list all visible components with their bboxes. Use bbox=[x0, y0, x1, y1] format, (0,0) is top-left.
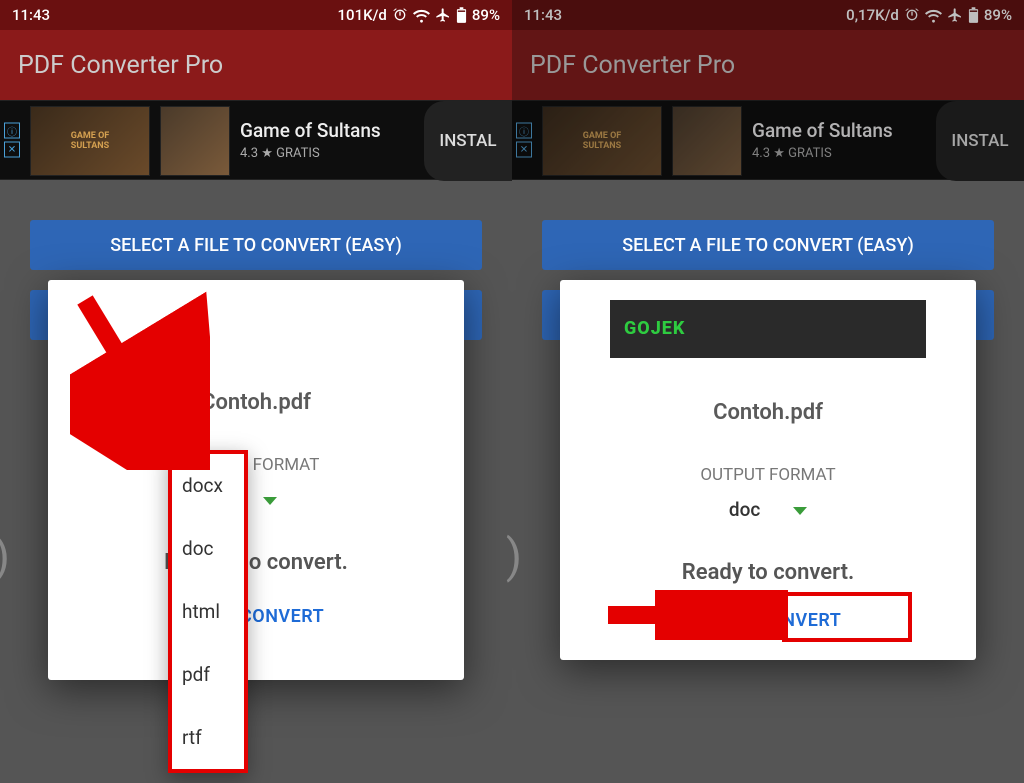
screenshot-left: 11:43 101K/d 89% PDF Converter Pro ⓘ ✕ G… bbox=[0, 0, 512, 783]
ad-image: GAME OFSULTANS bbox=[542, 106, 662, 176]
airplane-icon bbox=[435, 7, 451, 23]
ad-install-button[interactable]: INSTAL bbox=[424, 101, 512, 181]
decorative-paren: ) bbox=[0, 530, 10, 584]
ad-badge[interactable]: ⓘ ✕ bbox=[4, 123, 20, 158]
format-dropdown-menu[interactable]: docx doc html pdf rtf bbox=[168, 450, 248, 773]
ready-text: Ready to convert. bbox=[560, 560, 976, 585]
ad-copy: Game of Sultans 4.3 ★ GRATIS bbox=[240, 119, 381, 161]
chevron-down-icon bbox=[793, 507, 807, 515]
selected-filename: Contoh.pdf bbox=[560, 400, 976, 425]
alarm-icon bbox=[904, 7, 920, 23]
chevron-down-icon bbox=[263, 497, 277, 505]
select-file-button[interactable]: SELECT A FILE TO CONVERT (EASY) bbox=[30, 220, 482, 270]
app-title: PDF Converter Pro bbox=[18, 51, 223, 80]
decorative-paren: ) bbox=[506, 530, 522, 584]
status-time: 11:43 bbox=[12, 6, 50, 24]
clear-button[interactable]: CL bbox=[695, 610, 718, 631]
battery-icon bbox=[456, 7, 467, 24]
output-format-dropdown[interactable]: doc bbox=[560, 498, 976, 521]
format-option-doc[interactable]: doc bbox=[172, 517, 244, 580]
ad-title: Game of Sultans bbox=[240, 119, 381, 142]
format-option-rtf[interactable]: rtf bbox=[172, 706, 244, 769]
gojek-logo: GOJEK bbox=[624, 318, 685, 339]
annotation-highlight-box bbox=[782, 592, 912, 642]
ad-image-2 bbox=[160, 106, 230, 176]
wifi-icon bbox=[925, 7, 942, 24]
format-option-html[interactable]: html bbox=[172, 580, 244, 643]
adchoices-icon: ⓘ bbox=[4, 123, 20, 139]
ad-close-icon[interactable]: ✕ bbox=[4, 142, 20, 158]
convert-button[interactable]: CONVERT bbox=[240, 606, 324, 627]
airplane-icon bbox=[947, 7, 963, 23]
status-time: 11:43 bbox=[524, 6, 562, 24]
screenshot-right: 11:43 0,17K/d 89% PDF Converter Pro ⓘ ✕ … bbox=[512, 0, 1024, 783]
ad-subtitle: 4.3 ★ GRATIS bbox=[752, 146, 893, 161]
ad-title: Game of Sultans bbox=[752, 119, 893, 142]
status-icons: 0,17K/d 89% bbox=[846, 6, 1012, 24]
ad-image: GAME OFSULTANS bbox=[30, 106, 150, 176]
output-format-label: OUTPUT FORMAT bbox=[560, 465, 976, 485]
status-net: 0,17K/d bbox=[846, 6, 899, 24]
convert-dialog: Contoh.pdf FORMAT R eady t o convert. C … bbox=[48, 280, 464, 680]
app-bar: PDF Converter Pro bbox=[0, 30, 512, 100]
selected-filename: Contoh.pdf bbox=[48, 390, 464, 415]
status-battery: 89% bbox=[472, 6, 500, 24]
ad-banner[interactable]: ⓘ ✕ GAME OFSULTANS Game of Sultans 4.3 ★… bbox=[512, 100, 1024, 180]
status-bar: 11:43 0,17K/d 89% bbox=[512, 0, 1024, 30]
ad-install-button[interactable]: INSTAL bbox=[936, 101, 1024, 181]
alarm-icon bbox=[392, 7, 408, 23]
ad-subtitle: 4.3 ★ GRATIS bbox=[240, 146, 381, 161]
wifi-icon bbox=[413, 7, 430, 24]
output-format-label: FORMAT bbox=[48, 455, 464, 475]
ad-banner[interactable]: ⓘ ✕ GAME OFSULTANS Game of Sultans 4.3 ★… bbox=[0, 100, 512, 180]
status-battery: 89% bbox=[984, 6, 1012, 24]
status-icons: 101K/d 89% bbox=[338, 6, 500, 24]
ad-image-2 bbox=[672, 106, 742, 176]
select-file-button[interactable]: SELECT A FILE TO CONVERT (EASY) bbox=[542, 220, 994, 270]
dropdown-value: doc bbox=[729, 498, 760, 521]
battery-icon bbox=[968, 7, 979, 24]
format-option-docx[interactable]: docx bbox=[172, 454, 244, 517]
ad-close-icon[interactable]: ✕ bbox=[516, 142, 532, 158]
adchoices-icon: ⓘ bbox=[516, 123, 532, 139]
ready-text: R eady t o convert. bbox=[48, 550, 464, 575]
status-bar: 11:43 101K/d 89% bbox=[0, 0, 512, 30]
ad-copy: Game of Sultans 4.3 ★ GRATIS bbox=[752, 119, 893, 161]
convert-dialog: GOJEK Contoh.pdf OUTPUT FORMAT doc Ready… bbox=[560, 280, 976, 660]
output-format-dropdown[interactable] bbox=[48, 488, 464, 511]
format-option-pdf[interactable]: pdf bbox=[172, 643, 244, 706]
gojek-ad[interactable]: GOJEK bbox=[610, 300, 926, 358]
app-title: PDF Converter Pro bbox=[530, 51, 735, 80]
status-net: 101K/d bbox=[338, 6, 387, 24]
ad-badge[interactable]: ⓘ ✕ bbox=[516, 123, 532, 158]
app-bar: PDF Converter Pro bbox=[512, 30, 1024, 100]
dialog-buttons: C CONVERT bbox=[48, 606, 464, 627]
dialog-buttons: CL CONVERT bbox=[560, 610, 976, 631]
